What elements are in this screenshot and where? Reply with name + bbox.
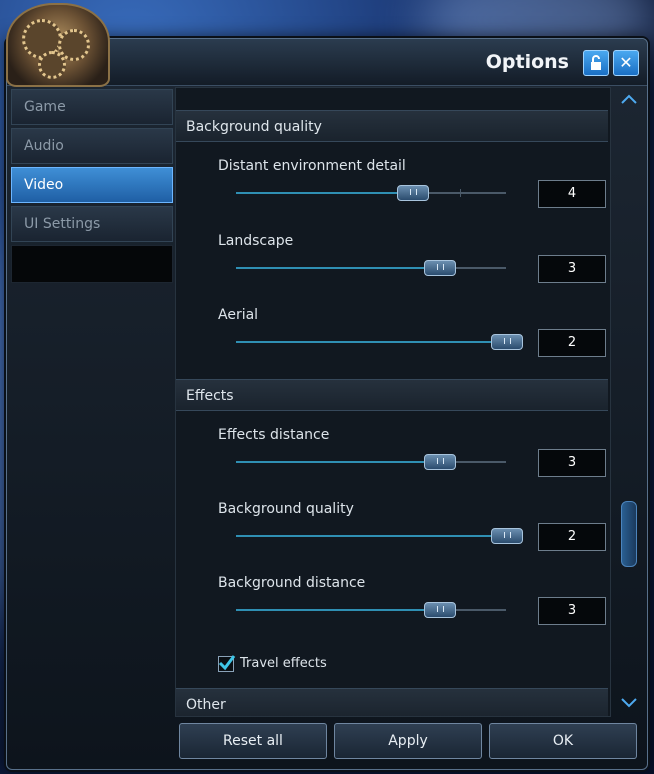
aerial-slider[interactable] [236,334,523,350]
slider-fill [236,535,506,537]
section-header-other[interactable]: Other [176,688,608,716]
category-sidebar: Game Audio Video UI Settings [11,89,173,283]
landscape-label: Landscape [218,233,294,249]
background-quality-label: Background quality [218,501,354,517]
aerial-value[interactable]: 2 [538,329,606,357]
landscape-slider[interactable] [236,260,506,276]
slider-fill [236,609,439,611]
chevron-up-icon [619,91,639,110]
slider-fill [236,267,439,269]
slider-handle[interactable] [491,334,523,350]
aerial-label: Aerial [218,307,259,323]
sidebar-filler [11,245,173,283]
slider-handle[interactable] [424,454,456,470]
slider-handle[interactable] [424,260,456,276]
effects-distance-label: Effects distance [218,427,330,443]
background-distance-slider[interactable] [236,602,506,618]
slider-fill [236,341,506,343]
landscape-value[interactable]: 3 [538,255,606,283]
sidebar-item-video[interactable]: Video [11,167,173,203]
slider-fill [236,461,439,463]
section-header-background[interactable]: Background quality [176,110,608,142]
lock-button[interactable] [583,50,609,76]
background-quality-value[interactable]: 2 [538,523,606,551]
reset-all-button[interactable]: Reset all [179,723,327,759]
apply-button[interactable]: Apply [334,723,482,759]
scroll-thumb[interactable] [621,501,637,567]
sidebar-item-audio[interactable]: Audio [11,128,173,164]
scroll-up-button[interactable] [619,91,639,107]
background-distance-label: Background distance [218,575,366,591]
chevron-down-icon [619,695,639,714]
gear-shape [38,51,66,79]
sidebar-item-ui-settings[interactable]: UI Settings [11,206,173,242]
settings-scrollbar[interactable] [617,89,643,715]
background-quality-slider[interactable] [236,528,523,544]
travel-effects-checkbox[interactable] [218,655,236,672]
distant-environment-label: Distant environment detail [218,158,406,174]
ok-button[interactable]: OK [489,723,637,759]
slider-tick [460,189,461,197]
distant-environment-slider[interactable] [236,185,506,201]
section-header-effects[interactable]: Effects [176,379,608,411]
options-window: Options ✕ Game Audio Video UI Settings B… [6,38,648,770]
settings-panel: Background quality Distant environment d… [175,87,611,717]
effects-distance-slider[interactable] [236,454,506,470]
distant-environment-value[interactable]: 4 [538,180,606,208]
slider-handle[interactable] [424,602,456,618]
sidebar-item-game[interactable]: Game [11,89,173,125]
effects-distance-value[interactable]: 3 [538,449,606,477]
lock-icon [588,55,604,75]
window-title: Options [485,51,569,73]
background-distance-value[interactable]: 3 [538,597,606,625]
travel-effects-label: Travel effects [240,656,327,671]
gear-emblem-icon [6,3,110,87]
slider-handle[interactable] [491,528,523,544]
slider-handle[interactable] [397,185,429,201]
slider-fill [236,192,412,194]
scroll-down-button[interactable] [619,695,639,711]
close-button[interactable]: ✕ [613,50,639,76]
close-icon: ✕ [619,53,633,72]
